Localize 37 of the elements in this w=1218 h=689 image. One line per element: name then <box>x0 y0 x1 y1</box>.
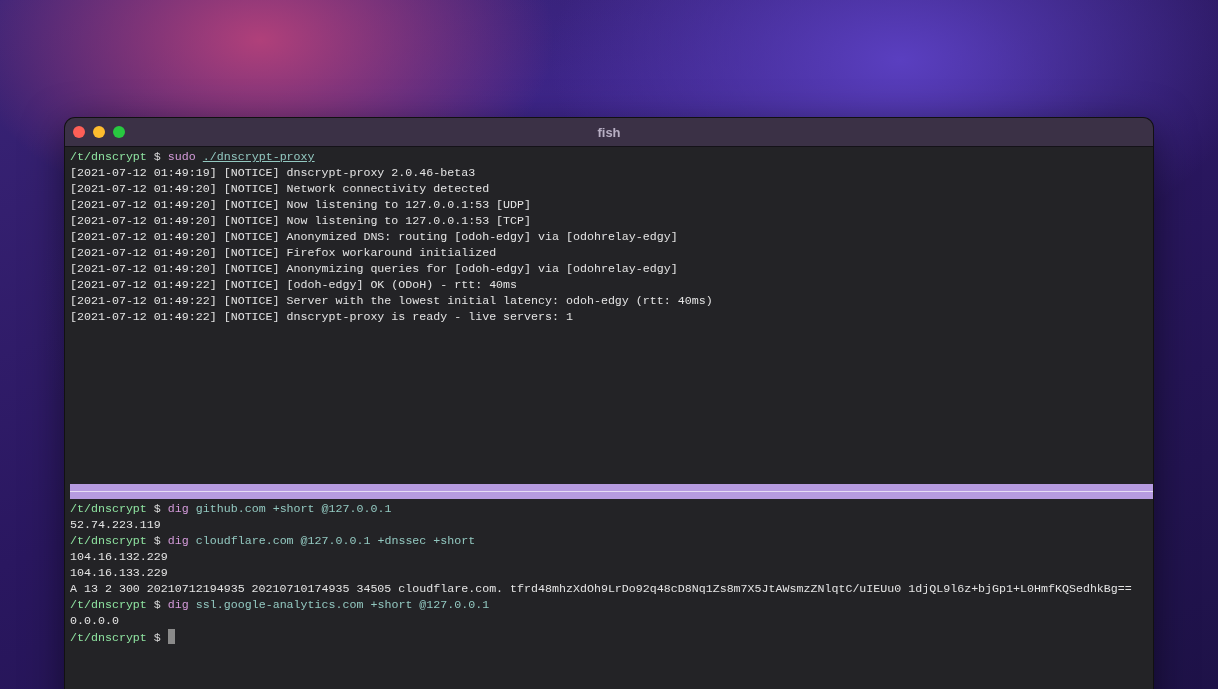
command-name: dig <box>167 598 189 611</box>
prompt-path: /t/dnscrypt <box>70 502 147 515</box>
command-name: dig <box>167 502 189 515</box>
output-line: 52.74.223.119 <box>70 517 162 533</box>
output-line: 104.16.132.229 <box>70 549 169 565</box>
command-arguments: ssl.google-analytics.com +short @127.0.0.1 <box>195 598 490 611</box>
output-line: [2021-07-12 01:49:22] [NOTICE] [odoh-edgy] OK (ODoH) - rtt: 40ms <box>70 277 519 293</box>
prompt-path: /t/dnscrypt <box>70 150 147 163</box>
command-arguments: ./dnscrypt-proxy <box>202 150 315 163</box>
prompt-symbol: $ <box>153 534 161 547</box>
zoom-button[interactable] <box>113 126 125 138</box>
output-line: [2021-07-12 01:49:20] [NOTICE] Firefox workaround initialized <box>70 245 498 261</box>
minimize-button[interactable] <box>93 126 105 138</box>
output-line: [2021-07-12 01:49:22] [NOTICE] Server with the lowest initial latency: odoh-edgy (rtt: 40ms) <box>70 293 714 309</box>
command-name: dig <box>167 534 189 547</box>
command-arguments: github.com +short @127.0.0.1 <box>195 502 392 515</box>
output-line: 104.16.133.229 <box>70 565 169 581</box>
close-button[interactable] <box>73 126 85 138</box>
window-title: fish <box>597 124 621 140</box>
command-arguments: cloudflare.com @127.0.0.1 +dnssec +short <box>195 534 476 547</box>
output-line: [2021-07-12 01:49:20] [NOTICE] Anonymizing queries for [odoh-edgy] via [odohrelay-edgy] <box>70 261 679 277</box>
prompt-path: /t/dnscrypt <box>70 598 147 611</box>
prompt-path: /t/dnscrypt <box>70 534 147 547</box>
prompt-symbol: $ <box>153 502 161 515</box>
output-line: [2021-07-12 01:49:22] [NOTICE] dnscrypt-proxy is ready - live servers: 1 <box>70 309 574 325</box>
command-name: sudo <box>167 150 196 163</box>
prompt-path: /t/dnscrypt <box>70 631 147 644</box>
output-line: [2021-07-12 01:49:20] [NOTICE] Network connectivity detected <box>70 181 491 197</box>
output-line: 0.0.0.0 <box>70 613 120 629</box>
prompt-symbol: $ <box>153 150 161 163</box>
output-line: [2021-07-12 01:49:20] [NOTICE] Now listening to 127.0.0.1:53 [TCP] <box>70 213 533 229</box>
prompt-symbol: $ <box>153 598 161 611</box>
output-line: [2021-07-12 01:49:20] [NOTICE] Anonymized DNS: routing [odoh-edgy] via [odohrelay-edgy] <box>70 229 679 245</box>
output-line: [2021-07-12 01:49:19] [NOTICE] dnscrypt-proxy 2.0.46-beta3 <box>70 165 477 181</box>
prompt-symbol: $ <box>153 631 161 644</box>
output-line: [2021-07-12 01:49:20] [NOTICE] Now listening to 127.0.0.1:53 [UDP] <box>70 197 533 213</box>
output-line: A 13 2 300 20210712194935 20210710174935 34505 cloudflare.com. tfrd48mhzXdOh9LrDo92q48cD8Nq1Zs8m7X5JtAWsmzZNlqtC/uIEUu0 1djQL9l6z+bjGp1+L0HmfKQSedhkBg== <box>70 581 1133 597</box>
